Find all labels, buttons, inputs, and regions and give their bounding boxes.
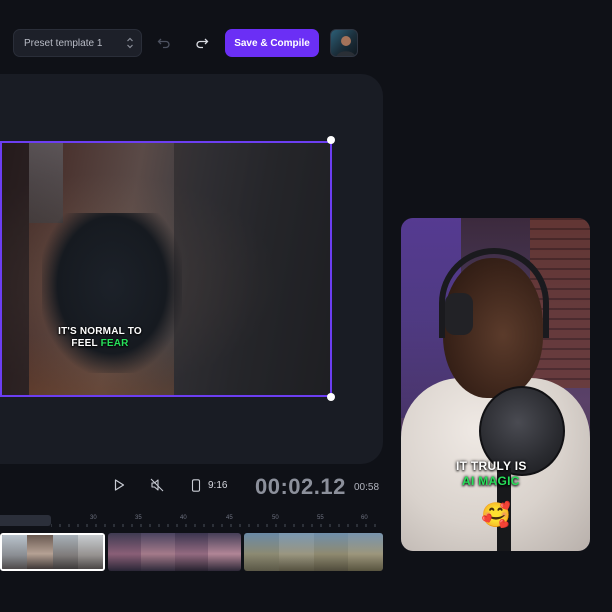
- current-time: 00:02.12: [255, 474, 346, 499]
- ruler-label: 40: [180, 515, 187, 521]
- resize-handle-bottom-right[interactable]: [327, 393, 335, 401]
- ruler-label: 35: [135, 515, 142, 521]
- ruler-label: 30: [90, 515, 97, 521]
- phone-portrait-icon[interactable]: [191, 479, 201, 492]
- timeline-ruler[interactable]: [51, 518, 381, 528]
- canvas-caption-line2: FEEL FEAR: [50, 338, 150, 350]
- preview-caption-line2[interactable]: AI MAGIC: [462, 474, 520, 488]
- ruler-label: 55: [317, 515, 324, 521]
- resize-handle-top-right[interactable]: [327, 136, 335, 144]
- canvas-caption-line1: IT'S NORMAL TO: [58, 326, 142, 337]
- headphone-ear-cup: [445, 293, 473, 335]
- redo-icon: [196, 38, 209, 49]
- clip-thumbnail: [27, 535, 53, 569]
- clip-thumbnail: [108, 533, 142, 571]
- timeline-clip[interactable]: [108, 533, 241, 571]
- preset-template-select[interactable]: Preset template 1: [13, 29, 142, 57]
- canvas-caption-accent-word: FEAR: [100, 338, 129, 349]
- clip-thumbnail: [313, 533, 349, 571]
- redo-button[interactable]: [192, 33, 212, 53]
- ruler-label: 60: [361, 515, 368, 521]
- undo-icon: [157, 38, 170, 49]
- preview-caption-line1[interactable]: IT TRULY IS: [456, 459, 527, 473]
- ruler-label: 50: [272, 515, 279, 521]
- canvas-caption[interactable]: IT'S NORMAL TO FEEL FEAR: [50, 326, 150, 350]
- canvas-caption-line2-prefix: FEEL: [71, 338, 101, 349]
- video-canvas-selection[interactable]: [0, 141, 332, 397]
- undo-button[interactable]: [154, 33, 174, 53]
- ruler-label: 45: [226, 515, 233, 521]
- clip-thumbnail: [207, 533, 241, 571]
- chevron-updown-icon: [127, 37, 133, 49]
- speaker-muted-icon: [150, 478, 164, 492]
- clip-thumbnail: [244, 533, 279, 571]
- timeline-playhead-region[interactable]: [0, 515, 51, 526]
- aspect-ratio-label[interactable]: 9:16: [208, 480, 227, 491]
- play-icon: [114, 479, 125, 491]
- clip-thumbnail: [141, 533, 175, 571]
- video-window-light: [29, 143, 63, 223]
- avatar-image: [336, 36, 356, 56]
- clip-thumbnail: [52, 535, 78, 569]
- smiling-face-with-hearts-emoji: 🥰: [481, 502, 511, 529]
- timeline-clip[interactable]: [244, 533, 383, 571]
- save-compile-button[interactable]: Save & Compile: [225, 29, 319, 57]
- clip-thumbnail: [348, 533, 383, 571]
- mute-button[interactable]: [150, 478, 164, 492]
- user-avatar[interactable]: [330, 29, 358, 57]
- video-crop-overlay-left: [2, 143, 29, 395]
- clip-thumbnail: [77, 535, 103, 569]
- clip-thumbnail: [2, 535, 28, 569]
- clip-thumbnail: [278, 533, 314, 571]
- timeline-clip-selected[interactable]: [0, 533, 105, 571]
- play-button[interactable]: [112, 478, 126, 492]
- video-crop-overlay-right: [174, 143, 330, 395]
- total-duration: 00:58: [354, 482, 380, 493]
- preset-template-value: Preset template 1: [24, 37, 103, 49]
- clip-thumbnail: [174, 533, 208, 571]
